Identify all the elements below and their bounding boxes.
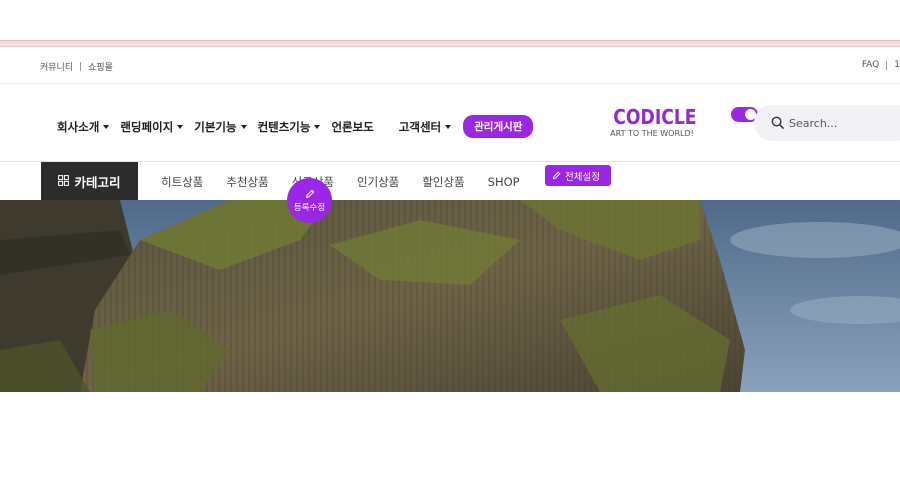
menu-item-support[interactable]: 고객센터 (398, 119, 452, 135)
main-navigation: 회사소개 랜딩페이지 기본기능 컨텐츠기능 언론보도 고객센터 관리게시판 CO… (0, 85, 900, 162)
menu-label: 회사소개 (57, 119, 100, 134)
pencil-icon (305, 189, 314, 198)
faq-link[interactable]: FAQ (862, 60, 879, 70)
top-utility-bar: 커뮤니티 쇼핑몰 FAQ 1 (0, 48, 900, 84)
edit-button-label: 등록수정 (293, 202, 326, 213)
category-bar: 카테고리 히트상품 추천상품 신규상품 인기상품 할인상품 SHOP 전체설정 (0, 162, 900, 200)
logo-wordmark: CODICLE (613, 105, 697, 129)
menu-item-basic[interactable]: 기본기능 (194, 119, 247, 135)
divider (886, 60, 888, 70)
menu-label: 컨텐츠기능 (257, 119, 311, 134)
settings-label: 전체설정 (565, 171, 600, 183)
site-logo[interactable]: CODICLE ART TO THE WORLD! (607, 106, 697, 138)
search-input[interactable] (789, 116, 899, 130)
caret-down-icon (240, 124, 247, 129)
shop-link[interactable]: 쇼핑몰 (88, 60, 113, 73)
menu-item-landing[interactable]: 랜딩페이지 (120, 119, 184, 135)
category-button[interactable]: 카테고리 (41, 162, 138, 200)
cut-off-link[interactable]: 1 (894, 60, 900, 70)
search-icon[interactable] (771, 114, 784, 133)
category-link-hit[interactable]: 히트상품 (161, 174, 203, 190)
notice-strip (0, 40, 900, 47)
caret-down-icon (314, 124, 321, 129)
caret-down-icon (103, 124, 110, 129)
main-menu: 회사소개 랜딩페이지 기본기능 컨텐츠기능 언론보도 고객센터 관리게시판 (57, 115, 534, 138)
menu-label: 랜딩페이지 (120, 119, 174, 134)
pencil-icon (552, 171, 561, 180)
hero-banner-image (0, 200, 900, 392)
menu-label: 기본기능 (194, 119, 237, 134)
caret-down-icon (445, 124, 452, 129)
admin-board-button[interactable]: 관리게시판 (463, 115, 534, 138)
search-box (754, 105, 900, 141)
logo-tagline: ART TO THE WORLD! (610, 129, 694, 138)
category-button-label: 카테고리 (74, 174, 121, 190)
caret-down-icon (177, 124, 184, 129)
menu-item-contents[interactable]: 컨텐츠기능 (258, 119, 321, 135)
community-link[interactable]: 커뮤니티 (40, 60, 73, 73)
menu-item-press[interactable]: 언론보도 (331, 119, 373, 135)
category-link-shop[interactable]: SHOP (488, 175, 520, 189)
category-link-sale[interactable]: 할인상품 (422, 174, 464, 190)
global-settings-button[interactable]: 전체설정 (545, 165, 611, 186)
edit-register-button[interactable]: 등록수정 (287, 178, 332, 223)
menu-label: 언론보도 (331, 119, 374, 134)
category-links: 히트상품 추천상품 신규상품 인기상품 할인상품 SHOP (161, 174, 543, 190)
divider (80, 62, 82, 71)
menu-label: 고객센터 (398, 119, 442, 134)
category-link-popular[interactable]: 인기상품 (357, 174, 399, 190)
menu-item-company[interactable]: 회사소개 (57, 119, 110, 135)
grid-icon (58, 174, 70, 189)
category-link-recommended[interactable]: 추천상품 (226, 174, 268, 190)
